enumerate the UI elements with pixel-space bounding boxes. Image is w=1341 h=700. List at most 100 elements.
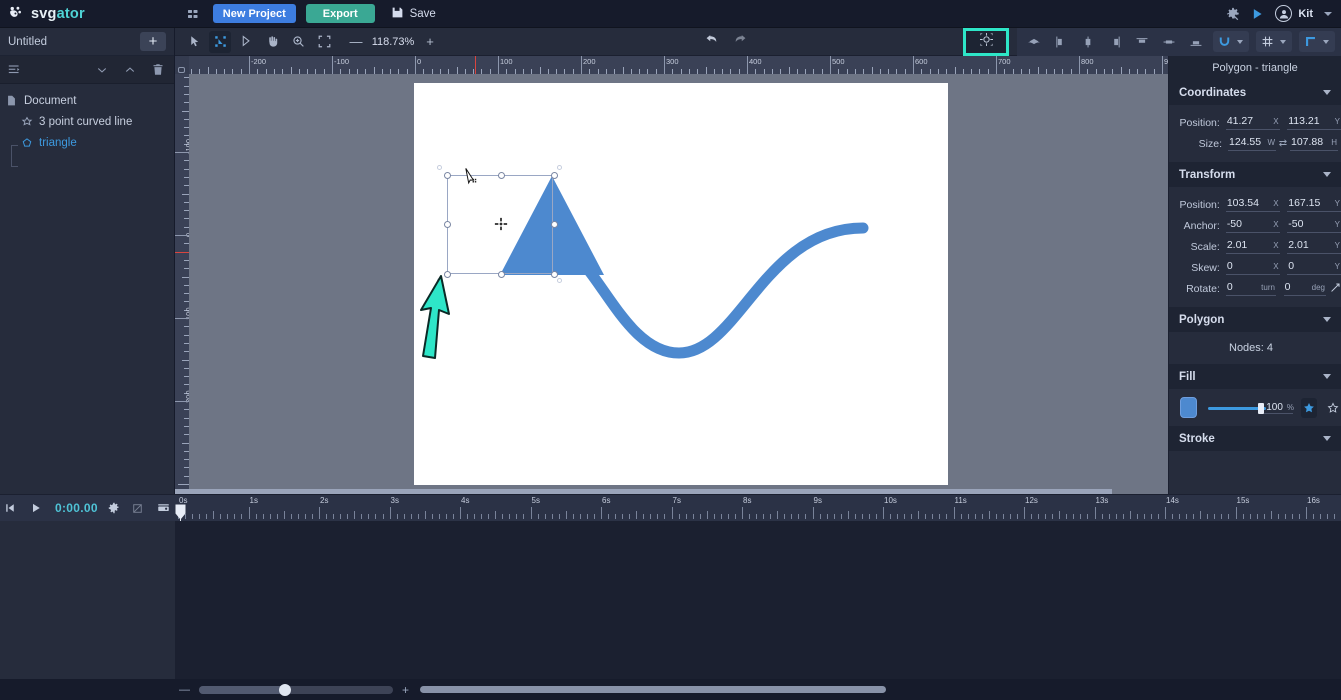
align-bottom-icon[interactable] bbox=[1185, 31, 1206, 53]
add-layer-button[interactable]: + bbox=[140, 32, 166, 51]
transform-anchor-x-field[interactable]: X bbox=[1225, 218, 1280, 233]
transform-rotate-turn-input[interactable] bbox=[1226, 281, 1258, 293]
fit-screen-tool[interactable] bbox=[313, 31, 335, 53]
zoom-level-value[interactable]: 118.73% bbox=[367, 36, 419, 48]
star-filled-icon[interactable] bbox=[1300, 397, 1317, 418]
hand-tool[interactable] bbox=[261, 31, 283, 53]
timeline-current-time[interactable]: 0:00.00 bbox=[55, 501, 98, 515]
resize-handle-ml[interactable] bbox=[444, 221, 451, 228]
section-header-transform[interactable]: Transform bbox=[1169, 162, 1341, 187]
zoom-in-button[interactable]: + bbox=[419, 32, 441, 52]
transform-anchor-y-field[interactable]: Y bbox=[1287, 218, 1341, 233]
timeline-scroll-thumb[interactable] bbox=[420, 686, 887, 693]
transform-rotate-deg-field[interactable]: deg bbox=[1283, 281, 1327, 296]
artboard[interactable] bbox=[414, 83, 948, 485]
slider-knob[interactable] bbox=[279, 683, 291, 696]
zoom-out-button[interactable]: — bbox=[345, 32, 367, 52]
rotate-direction-icon[interactable] bbox=[1330, 282, 1341, 296]
size-h-input[interactable] bbox=[1291, 136, 1328, 148]
align-center-horizontal-icon[interactable] bbox=[1077, 31, 1098, 53]
align-distribute-icon[interactable] bbox=[1023, 31, 1044, 53]
rotate-handle-tr[interactable] bbox=[557, 165, 562, 170]
transform-scale-y-input[interactable] bbox=[1288, 239, 1331, 251]
transform-anchor-x-input[interactable] bbox=[1226, 218, 1270, 230]
timeline-ruler[interactable]: 0s 1s 2s 3s 4s 5s 6s 7s 8s 9s 10s 11s 12s 13s 14s 15s 16… bbox=[175, 494, 1341, 521]
grid-apps-icon[interactable] bbox=[187, 6, 203, 22]
rotate-handle-br[interactable] bbox=[557, 278, 562, 283]
chevron-down-icon[interactable] bbox=[1324, 11, 1332, 16]
rotate-handle-tl[interactable] bbox=[437, 165, 442, 170]
position-y-input[interactable] bbox=[1288, 115, 1331, 127]
redo-arrow-icon[interactable] bbox=[733, 32, 747, 51]
layer-row-document[interactable]: Document bbox=[0, 90, 174, 111]
section-header-fill[interactable]: Fill bbox=[1169, 364, 1341, 389]
timeline-settings-icon[interactable] bbox=[108, 502, 120, 514]
transform-scale-y-field[interactable]: Y bbox=[1287, 239, 1341, 254]
position-x-field[interactable]: X bbox=[1225, 115, 1280, 130]
undo-arrow-icon[interactable] bbox=[705, 32, 719, 51]
transform-skew-y-input[interactable] bbox=[1288, 260, 1331, 272]
timeline-playhead[interactable] bbox=[175, 504, 186, 520]
star-outline-icon[interactable] bbox=[1325, 398, 1341, 418]
svgator-logo[interactable]: svgator bbox=[0, 5, 85, 22]
user-account[interactable]: Kit bbox=[1275, 5, 1313, 22]
magnet-snap-toggle[interactable] bbox=[1213, 31, 1249, 52]
position-y-field[interactable]: Y bbox=[1287, 115, 1341, 130]
transform-anchor-y-input[interactable] bbox=[1288, 218, 1331, 230]
stop-icon[interactable] bbox=[132, 503, 143, 514]
layer-list-icon[interactable] bbox=[8, 63, 21, 76]
select-tool[interactable] bbox=[183, 31, 205, 53]
size-w-field[interactable]: W bbox=[1228, 136, 1276, 151]
slider-knob[interactable] bbox=[1257, 402, 1264, 414]
align-middle-vertical-icon[interactable] bbox=[1158, 31, 1179, 53]
transform-position-y-input[interactable] bbox=[1288, 197, 1331, 209]
anchor-point-icon[interactable] bbox=[494, 217, 508, 231]
timeline-zoom-in-button[interactable]: + bbox=[402, 683, 409, 697]
transform-position-x-input[interactable] bbox=[1226, 197, 1270, 209]
ruler-corner[interactable] bbox=[175, 56, 189, 74]
resize-handle-tr[interactable] bbox=[551, 172, 558, 179]
resize-handle-br[interactable] bbox=[551, 271, 558, 278]
timeline-layers-column[interactable] bbox=[0, 521, 175, 679]
section-header-polygon[interactable]: Polygon bbox=[1169, 307, 1341, 332]
vertical-ruler[interactable]: -1000100200 bbox=[175, 74, 189, 494]
play-icon[interactable] bbox=[30, 502, 42, 514]
resize-handle-tl[interactable] bbox=[444, 172, 451, 179]
transform-position-y-field[interactable]: Y bbox=[1287, 197, 1341, 212]
position-x-input[interactable] bbox=[1226, 115, 1270, 127]
transform-scale-x-field[interactable]: X bbox=[1225, 239, 1280, 254]
resize-handle-mr[interactable] bbox=[551, 221, 558, 228]
align-top-icon[interactable] bbox=[1131, 31, 1152, 53]
settings-gear-icon[interactable] bbox=[1226, 7, 1240, 21]
timeline-tracks-area[interactable] bbox=[0, 521, 1341, 679]
section-header-coordinates[interactable]: Coordinates bbox=[1169, 80, 1341, 105]
transform-position-x-field[interactable]: X bbox=[1225, 197, 1280, 212]
size-w-input[interactable] bbox=[1229, 136, 1264, 148]
fill-color-swatch[interactable] bbox=[1180, 397, 1197, 418]
export-frame-icon[interactable] bbox=[157, 502, 170, 514]
layer-row-triangle[interactable]: triangle bbox=[0, 132, 174, 153]
align-right-icon[interactable] bbox=[1104, 31, 1125, 53]
skip-to-start-icon[interactable] bbox=[4, 502, 16, 514]
transform-scale-x-input[interactable] bbox=[1226, 239, 1270, 251]
expand-all-up-icon[interactable] bbox=[124, 64, 136, 76]
trash-icon[interactable] bbox=[152, 63, 164, 76]
size-h-field[interactable]: H bbox=[1290, 136, 1338, 151]
node-edit-tool[interactable] bbox=[209, 30, 231, 53]
transform-skew-x-input[interactable] bbox=[1226, 260, 1270, 272]
transform-rotate-deg-input[interactable] bbox=[1284, 281, 1308, 293]
transform-skew-y-field[interactable]: Y bbox=[1287, 260, 1341, 275]
link-ratio-icon[interactable]: ⇄ bbox=[1276, 138, 1290, 149]
transform-rotate-turn-field[interactable]: turn bbox=[1225, 281, 1276, 296]
section-header-stroke[interactable]: Stroke bbox=[1169, 426, 1341, 451]
transform-anchor-button[interactable] bbox=[963, 27, 1009, 56]
play-preview-icon[interactable] bbox=[1251, 7, 1264, 21]
collapse-all-down-icon[interactable] bbox=[96, 64, 108, 76]
layer-row-curved-line[interactable]: 3 point curved line bbox=[0, 111, 174, 132]
save-button[interactable]: Save bbox=[391, 4, 436, 24]
fill-opacity-slider[interactable] bbox=[1207, 401, 1266, 415]
resize-handle-tc[interactable] bbox=[498, 172, 505, 179]
guides-snap-toggle[interactable] bbox=[1299, 31, 1335, 52]
fill-opacity-field[interactable]: % bbox=[1260, 401, 1294, 414]
align-left-icon[interactable] bbox=[1050, 31, 1071, 53]
